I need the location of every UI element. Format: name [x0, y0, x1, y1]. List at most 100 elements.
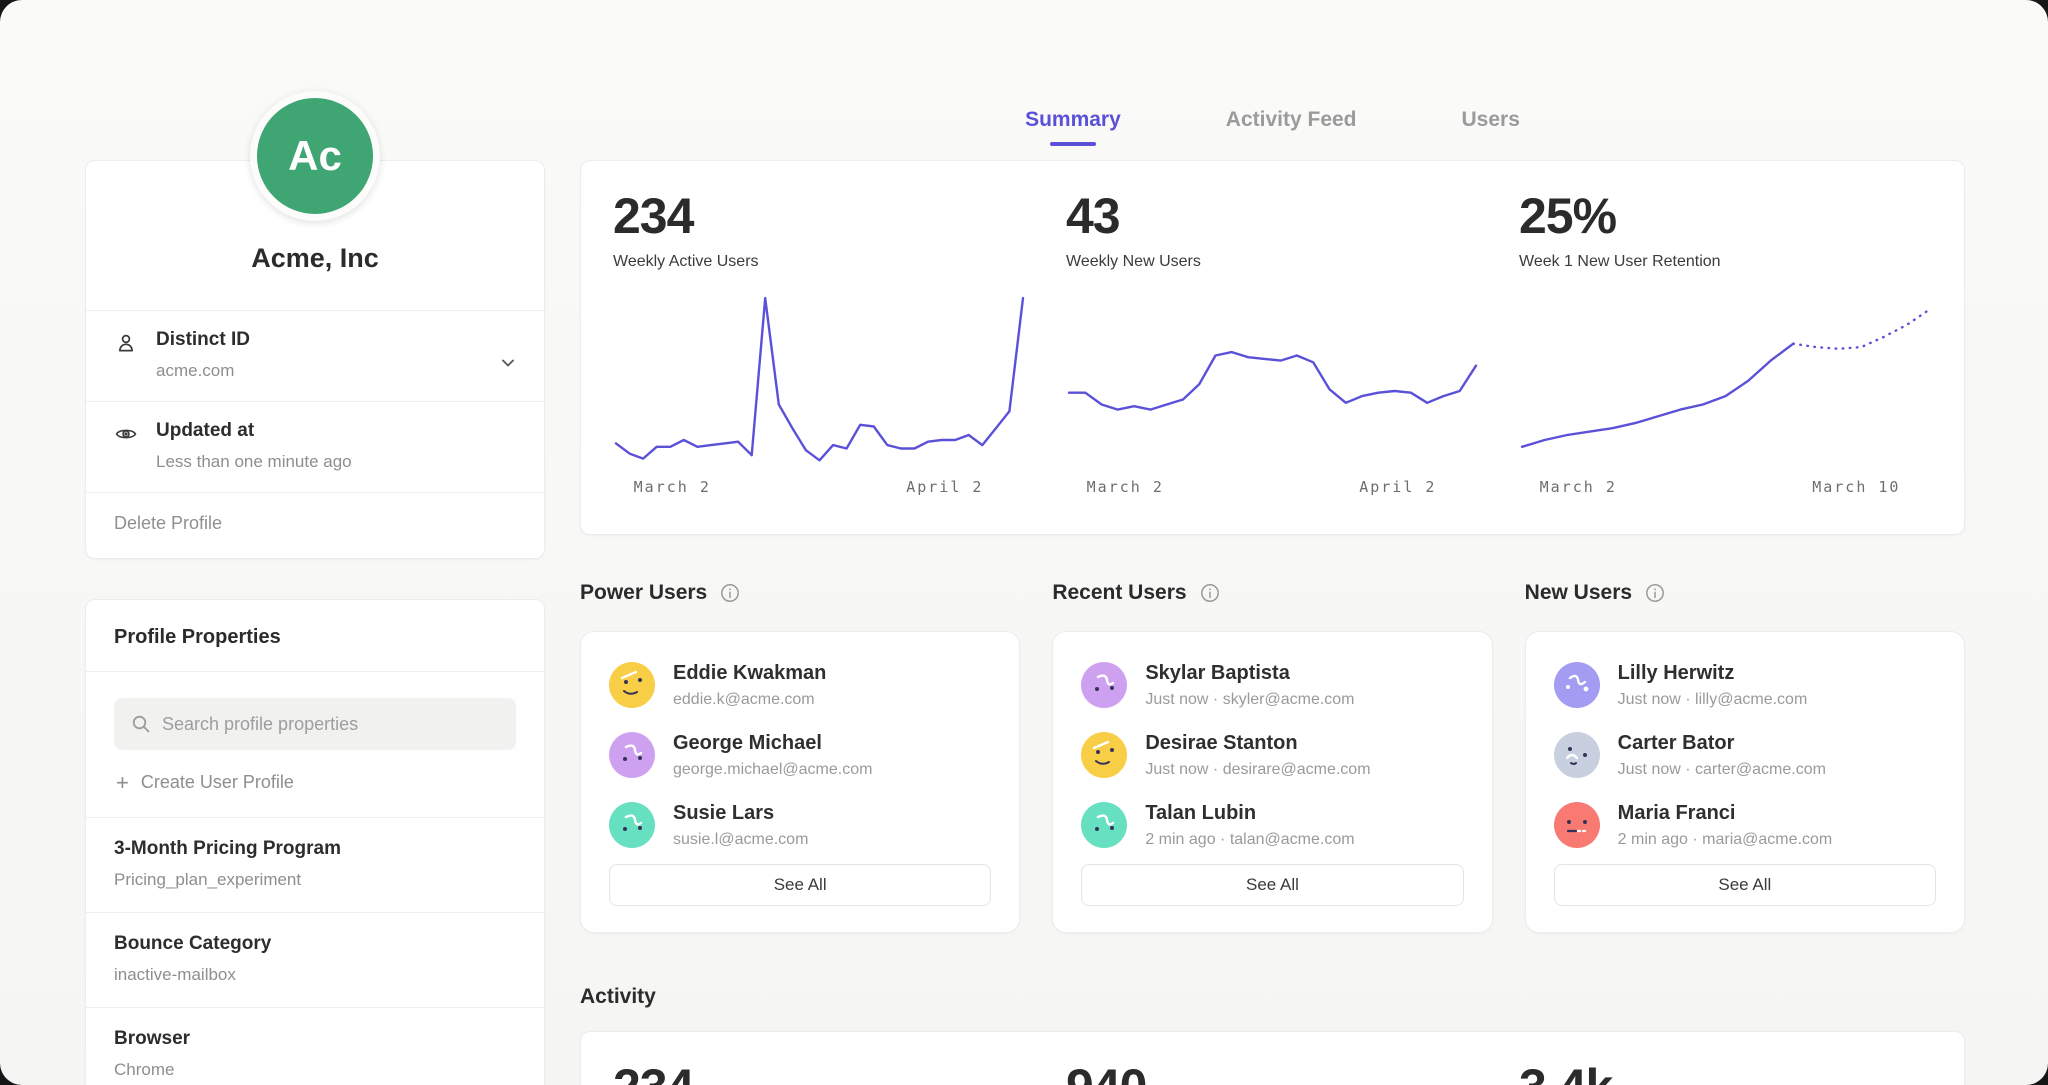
section-title: Recent Users — [1052, 581, 1186, 605]
week1-retention-sparkline — [1519, 285, 1932, 470]
user-row[interactable]: Lilly Herwitz Just now · lilly@acme.com — [1554, 662, 1936, 709]
main-content: Summary Activity Feed Users 234 Weekly A… — [580, 0, 1965, 1085]
user-row[interactable]: Susie Lars susie.l@acme.com — [609, 802, 991, 849]
field-value: Less than one minute ago — [156, 452, 352, 472]
plus-icon: + — [116, 774, 129, 792]
property-row[interactable]: Bounce Category inactive-mailbox — [86, 912, 544, 1007]
see-all-button[interactable]: See All — [1081, 864, 1463, 906]
user-avatar — [1554, 662, 1600, 708]
new-users-section: New Users — [1525, 581, 1965, 933]
info-icon[interactable] — [719, 582, 741, 604]
x-axis-labels: March 2 April 2 — [613, 478, 1026, 508]
profile-properties-title: Profile Properties — [86, 600, 544, 672]
recent-users-card: Skylar Baptista Just now · skyler@acme.c… — [1052, 631, 1492, 933]
tab-activity-feed[interactable]: Activity Feed — [1226, 108, 1357, 132]
weekly-active-users-sparkline — [613, 285, 1026, 470]
user-meta: susie.l@acme.com — [673, 831, 808, 849]
activity-section-title: Activity — [580, 985, 1965, 1009]
user-name: Carter Bator — [1618, 732, 1826, 755]
user-row[interactable]: Talan Lubin 2 min ago · talan@acme.com — [1081, 802, 1463, 849]
create-user-profile-label: Create User Profile — [141, 772, 294, 793]
see-all-button[interactable]: See All — [609, 864, 991, 906]
stat-label: Week 1 New User Retention — [1519, 253, 1932, 271]
user-name: Lilly Herwitz — [1618, 662, 1808, 685]
info-icon[interactable] — [1199, 582, 1221, 604]
x-axis-tick: March 2 — [1087, 478, 1164, 496]
company-avatar: Ac — [250, 91, 380, 221]
user-meta: eddie.k@acme.com — [673, 691, 826, 709]
property-row[interactable]: Browser Chrome — [86, 1007, 544, 1085]
new-users-card: Lilly Herwitz Just now · lilly@acme.com — [1525, 631, 1965, 933]
user-name: Maria Franci — [1618, 802, 1833, 825]
person-icon — [114, 329, 140, 381]
section-title: New Users — [1525, 581, 1632, 605]
user-avatar — [1081, 662, 1127, 708]
search-input[interactable] — [162, 714, 500, 735]
summary-stats-card: 234 Weekly Active Users March 2 April 2 … — [580, 160, 1965, 535]
create-user-profile-button[interactable]: + Create User Profile — [116, 772, 516, 793]
field-updated-at: Updated at Less than one minute ago — [86, 401, 544, 492]
user-avatar — [1081, 732, 1127, 778]
app-window: Ac Acme, Inc Distinct ID acme.com — [0, 0, 2048, 1085]
stat-label: Weekly Active Users — [613, 253, 1026, 271]
info-icon[interactable] — [1644, 582, 1666, 604]
user-name: Talan Lubin — [1145, 802, 1354, 825]
user-avatar — [1081, 802, 1127, 848]
see-all-button[interactable]: See All — [1554, 864, 1936, 906]
x-axis-tick: April 2 — [1359, 478, 1436, 496]
profile-properties-card: Profile Properties + Create User Profile… — [85, 599, 545, 1085]
user-row[interactable]: Desirae Stanton Just now · desirare@acme… — [1081, 732, 1463, 779]
user-avatar — [609, 802, 655, 848]
x-axis-labels: March 2 April 2 — [1066, 478, 1479, 508]
user-row[interactable]: George Michael george.michael@acme.com — [609, 732, 991, 779]
power-users-card: Eddie Kwakman eddie.k@acme.com — [580, 631, 1020, 933]
user-meta: Just now · skyler@acme.com — [1145, 691, 1354, 709]
activity-stats-card: 234 940 3.4k — [580, 1031, 1965, 1085]
user-meta: george.michael@acme.com — [673, 761, 872, 779]
search-profile-properties[interactable] — [114, 698, 516, 750]
user-row[interactable]: Eddie Kwakman eddie.k@acme.com — [609, 662, 991, 709]
x-axis-tick: March 10 — [1812, 478, 1900, 496]
user-row[interactable]: Carter Bator Just now · carter@acme.com — [1554, 732, 1936, 779]
stat-value: 25% — [1519, 187, 1932, 245]
user-row[interactable]: Maria Franci 2 min ago · maria@acme.com — [1554, 802, 1936, 849]
x-axis-labels: March 2 March 10 — [1519, 478, 1932, 508]
recent-users-section: Recent Users — [1052, 581, 1492, 933]
user-sections: Power Users — [580, 581, 1965, 933]
user-avatar — [609, 732, 655, 778]
active-tab-underline — [1050, 142, 1096, 146]
property-label: Browser — [114, 1028, 516, 1050]
search-icon — [130, 713, 152, 735]
user-meta: 2 min ago · maria@acme.com — [1618, 831, 1833, 849]
profile-sidebar: Ac Acme, Inc Distinct ID acme.com — [85, 0, 545, 1085]
field-label: Distinct ID — [156, 329, 250, 351]
user-avatar — [1554, 732, 1600, 778]
activity-stat-value: 940 — [1066, 1058, 1479, 1085]
chevron-down-icon[interactable] — [498, 353, 518, 378]
delete-profile-button[interactable]: Delete Profile — [86, 492, 544, 558]
profile-card: Ac Acme, Inc Distinct ID acme.com — [85, 160, 545, 559]
stat-value: 43 — [1066, 187, 1479, 245]
power-users-section: Power Users — [580, 581, 1020, 933]
field-distinct-id[interactable]: Distinct ID acme.com — [86, 310, 544, 401]
stat-weekly-new-users: 43 Weekly New Users March 2 April 2 — [1066, 187, 1479, 534]
user-avatar — [609, 662, 655, 708]
user-meta: 2 min ago · talan@acme.com — [1145, 831, 1354, 849]
user-meta: Just now · carter@acme.com — [1618, 761, 1826, 779]
user-name: Eddie Kwakman — [673, 662, 826, 685]
property-value: Chrome — [114, 1060, 516, 1080]
user-name: Skylar Baptista — [1145, 662, 1354, 685]
activity-stat-value: 234 — [613, 1058, 1026, 1085]
user-avatar — [1554, 802, 1600, 848]
stat-weekly-active-users: 234 Weekly Active Users March 2 April 2 — [613, 187, 1026, 534]
activity-stat-value: 3.4k — [1519, 1058, 1932, 1085]
user-name: Susie Lars — [673, 802, 808, 825]
property-row[interactable]: 3-Month Pricing Program Pricing_plan_exp… — [86, 817, 544, 912]
user-meta: Just now · desirare@acme.com — [1145, 761, 1370, 779]
user-row[interactable]: Skylar Baptista Just now · skyler@acme.c… — [1081, 662, 1463, 709]
tab-users[interactable]: Users — [1462, 108, 1520, 132]
stat-week1-retention: 25% Week 1 New User Retention March 2 Ma… — [1519, 187, 1932, 534]
tab-summary[interactable]: Summary — [1025, 108, 1121, 132]
stat-label: Weekly New Users — [1066, 253, 1479, 271]
x-axis-tick: March 2 — [1540, 478, 1617, 496]
